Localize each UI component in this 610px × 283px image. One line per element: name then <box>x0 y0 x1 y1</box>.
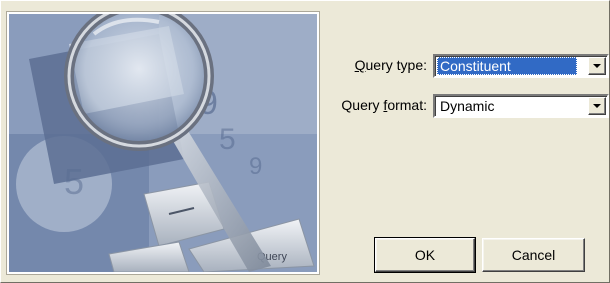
illustration-image: 9 5 9 5 Query <box>6 11 320 275</box>
ok-button[interactable]: OK <box>374 237 476 273</box>
query-type-row: Query type: Constituent <box>329 54 609 78</box>
svg-text:5: 5 <box>64 161 84 202</box>
cancel-button[interactable]: Cancel <box>482 238 585 272</box>
query-type-value: Constituent <box>437 57 577 75</box>
query-format-value: Dynamic <box>440 98 495 114</box>
svg-text:9: 9 <box>249 153 262 180</box>
query-format-select[interactable]: Dynamic <box>433 94 609 118</box>
query-type-label: Query type: <box>354 57 427 73</box>
query-format-row: Query format: Dynamic <box>329 94 609 118</box>
chevron-down-icon <box>593 64 601 68</box>
query-type-dropdown-button[interactable] <box>588 57 606 75</box>
query-format-dropdown-button[interactable] <box>588 97 606 115</box>
query-type-select[interactable]: Constituent <box>433 54 609 78</box>
magnifying-glass-illustration: 9 5 9 5 Query <box>9 14 317 272</box>
chevron-down-icon <box>593 104 601 108</box>
svg-text:5: 5 <box>219 123 236 156</box>
query-format-label: Query format: <box>341 97 427 113</box>
query-dialog: 9 5 9 5 Query Query type: Constituent <box>0 0 610 283</box>
